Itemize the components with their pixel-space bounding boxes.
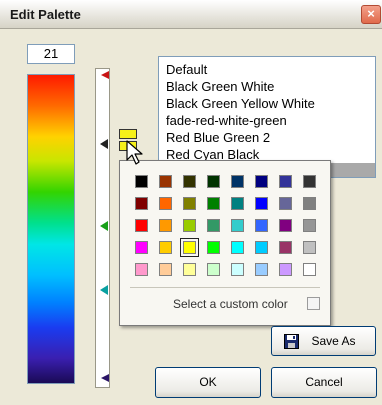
color-swatch[interactable] [135,219,148,232]
ok-button[interactable]: OK [155,367,261,398]
floppy-disk-icon [284,334,299,349]
color-swatch[interactable] [159,175,172,188]
color-swatch[interactable] [135,197,148,210]
color-swatch[interactable] [183,219,196,232]
list-item[interactable]: fade-red-white-green [159,112,375,129]
color-swatch[interactable] [279,197,292,210]
color-stop-slider[interactable] [95,68,110,388]
cancel-button[interactable]: Cancel [271,367,377,398]
palette-index-display: 21 [27,44,75,64]
close-button[interactable]: × [361,5,381,24]
save-as-button[interactable]: Save As [271,326,376,356]
color-swatch[interactable] [255,197,268,210]
color-swatch[interactable] [231,263,244,276]
title-bar: Edit Palette × [0,0,382,29]
mouse-pointer-icon [126,140,143,165]
separator [130,287,320,288]
color-swatch[interactable] [231,219,244,232]
color-swatch[interactable] [135,175,148,188]
list-item[interactable]: Black Green Yellow White [159,95,375,112]
color-swatch[interactable] [303,175,316,188]
color-swatch[interactable] [255,241,268,254]
list-item[interactable]: Black Green White [159,78,375,95]
close-icon: × [367,6,375,21]
color-swatch[interactable] [303,219,316,232]
custom-color-checkbox[interactable] [307,297,320,310]
window-title: Edit Palette [10,7,81,22]
save-as-label: Save As [311,334,356,348]
color-swatch[interactable] [303,241,316,254]
color-swatch[interactable] [255,263,268,276]
color-swatch[interactable] [183,175,196,188]
color-swatch[interactable] [159,241,172,254]
color-swatch[interactable] [279,241,292,254]
color-swatch[interactable] [159,197,172,210]
color-swatch[interactable] [231,241,244,254]
color-swatch[interactable] [231,197,244,210]
color-swatch[interactable] [279,263,292,276]
color-swatch[interactable] [303,263,316,276]
color-swatch[interactable] [159,219,172,232]
color-swatch[interactable] [207,219,220,232]
color-swatch[interactable] [255,175,268,188]
color-swatch[interactable] [231,175,244,188]
color-swatch[interactable] [207,175,220,188]
color-swatch[interactable] [159,263,172,276]
color-swatch[interactable] [183,263,196,276]
color-gradient-preview [27,74,75,384]
list-item[interactable]: Red Blue Green 2 [159,129,375,146]
custom-color-label: Select a custom color [173,297,288,311]
color-swatch[interactable] [303,197,316,210]
color-swatch[interactable] [207,241,220,254]
color-swatch[interactable] [207,263,220,276]
color-swatch[interactable] [207,197,220,210]
color-swatch[interactable] [279,219,292,232]
color-swatch[interactable] [180,238,199,257]
color-swatch[interactable] [255,219,268,232]
color-picker-popup: Select a custom color [119,160,331,326]
list-item[interactable]: Default [159,61,375,78]
color-swatch[interactable] [135,263,148,276]
color-swatch[interactable] [183,197,196,210]
color-swatch[interactable] [135,241,148,254]
current-color-swatch [119,129,137,139]
color-swatch[interactable] [279,175,292,188]
